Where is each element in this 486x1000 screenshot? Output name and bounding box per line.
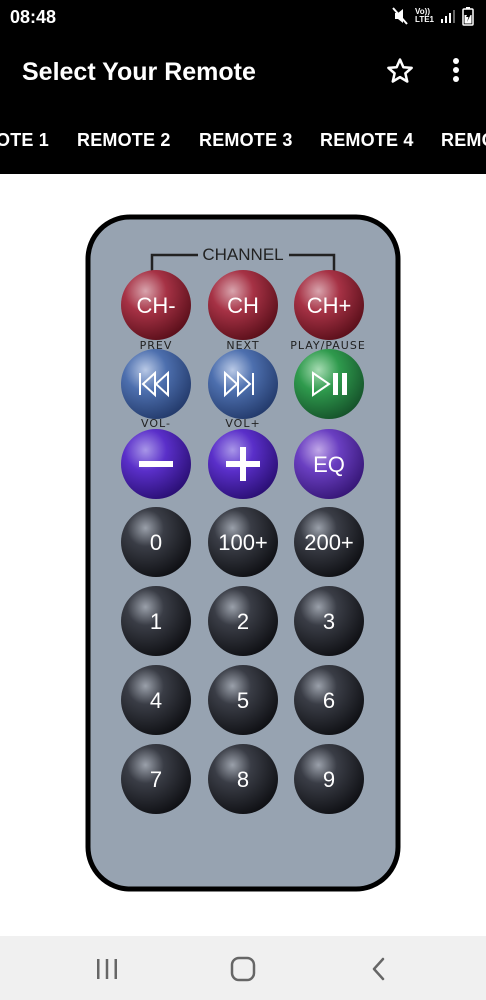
hundred-plus-button[interactable]: 100+	[208, 507, 278, 577]
remote-view: CHANNEL CH- CH CH+ PREV NEXT PLAY/PAUSE	[0, 174, 486, 936]
hundred-plus-label: 100+	[218, 530, 268, 555]
battery-charging-icon	[462, 7, 474, 26]
ch-button[interactable]: CH	[208, 270, 278, 340]
home-button[interactable]	[226, 952, 260, 986]
favorite-button[interactable]	[385, 56, 415, 86]
status-bar: 08:48 Vo)) LTE1	[0, 0, 486, 34]
digit-1-button[interactable]: 1	[121, 586, 191, 656]
page-title: Select Your Remote	[22, 58, 256, 86]
eq-label: EQ	[313, 452, 345, 477]
minus-icon	[139, 461, 173, 467]
digit-6-label: 6	[323, 688, 335, 713]
signal-icon	[441, 10, 455, 23]
play-pause-button[interactable]	[294, 349, 364, 419]
tab-remote-5[interactable]: REMO	[441, 130, 486, 151]
home-icon	[230, 956, 256, 982]
two-hundred-plus-button[interactable]: 200+	[294, 507, 364, 577]
digit-1-label: 1	[150, 609, 162, 634]
next-button[interactable]	[208, 349, 278, 419]
vol-plus-label: VOL+	[225, 417, 260, 430]
vol-minus-button[interactable]	[121, 429, 191, 499]
tab-remote-3[interactable]: REMOTE 3	[199, 130, 293, 151]
digit-9-button[interactable]: 9	[294, 744, 364, 814]
app-bar: Select Your Remote	[0, 34, 486, 110]
digit-8-button[interactable]: 8	[208, 744, 278, 814]
ch-label: CH	[227, 293, 259, 318]
digit-2-button[interactable]: 2	[208, 586, 278, 656]
digit-6-button[interactable]: 6	[294, 665, 364, 735]
status-icons: Vo)) LTE1	[391, 6, 474, 26]
channel-label: CHANNEL	[202, 245, 283, 264]
digit-4-label: 4	[150, 688, 162, 713]
digit-7-button[interactable]: 7	[121, 744, 191, 814]
zero-label: 0	[150, 530, 162, 555]
recents-button[interactable]	[90, 952, 124, 986]
vol-plus-button[interactable]	[208, 429, 278, 499]
digit-8-label: 8	[237, 767, 249, 792]
remote-image: CHANNEL CH- CH CH+ PREV NEXT PLAY/PAUSE	[85, 214, 401, 892]
back-icon	[372, 957, 385, 981]
star-icon	[387, 58, 413, 83]
digit-5-button[interactable]: 5	[208, 665, 278, 735]
eq-button[interactable]: EQ	[294, 429, 364, 499]
status-time: 08:48	[10, 7, 57, 27]
digit-2-label: 2	[237, 609, 249, 634]
system-nav-bar	[0, 936, 486, 1000]
ch-plus-label: CH+	[307, 293, 352, 318]
tab-bar: OTE 1 REMOTE 2 REMOTE 3 REMOTE 4 REMO	[0, 110, 486, 174]
back-button[interactable]	[362, 952, 396, 986]
ch-minus-label: CH-	[136, 293, 175, 318]
tab-remote-1[interactable]: OTE 1	[0, 130, 49, 151]
digit-3-button[interactable]: 3	[294, 586, 364, 656]
ch-minus-button[interactable]: CH-	[121, 270, 191, 340]
digit-5-label: 5	[237, 688, 249, 713]
two-hundred-plus-label: 200+	[304, 530, 354, 555]
zero-button[interactable]: 0	[121, 507, 191, 577]
prev-button[interactable]	[121, 349, 191, 419]
mute-icon	[392, 7, 408, 25]
tab-remote-4[interactable]: REMOTE 4	[320, 130, 414, 151]
network-label: Vo)) LTE1	[415, 7, 434, 24]
tab-remote-2[interactable]: REMOTE 2	[77, 130, 171, 151]
digit-7-label: 7	[150, 767, 162, 792]
digit-4-button[interactable]: 4	[121, 665, 191, 735]
more-vert-icon	[453, 58, 459, 82]
digit-9-label: 9	[323, 767, 335, 792]
digit-3-label: 3	[323, 609, 335, 634]
recents-icon	[97, 959, 117, 979]
ch-plus-button[interactable]: CH+	[294, 270, 364, 340]
overflow-menu-button[interactable]	[446, 56, 466, 86]
vol-minus-label: VOL-	[141, 417, 171, 430]
